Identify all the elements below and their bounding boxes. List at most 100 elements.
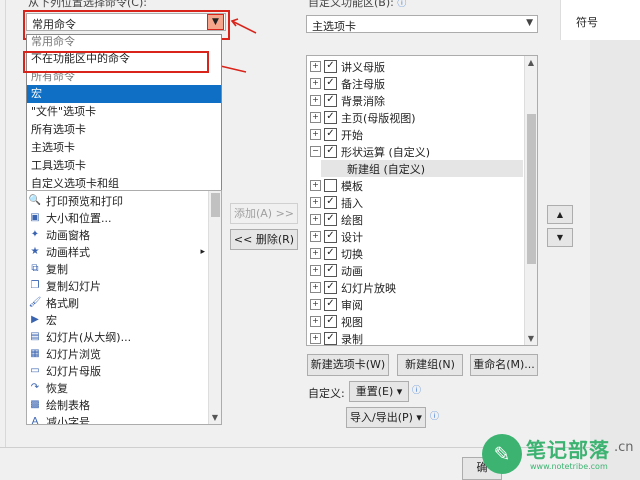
commands-scrollbar[interactable]: ▼: [208, 191, 221, 424]
command-item[interactable]: ✦ 动画窗格: [27, 226, 207, 243]
tab-checkbox[interactable]: ✓: [324, 264, 337, 277]
tree-scrollbar[interactable]: ▲ ▼: [524, 56, 537, 345]
tree-tab-item[interactable]: + ✓ 切换: [307, 245, 525, 262]
tree-tab-item[interactable]: + ✓ 审阅: [307, 296, 525, 313]
tree-tab-item[interactable]: − ✓ 形状运算 (自定义): [307, 143, 525, 160]
move-up-button[interactable]: ▲: [547, 205, 573, 224]
command-item[interactable]: ▦ 幻灯片浏览: [27, 345, 207, 362]
tab-checkbox[interactable]: ✓: [324, 230, 337, 243]
command-item[interactable]: A 减小字号: [27, 413, 207, 425]
tree-tab-item[interactable]: + ✓ 备注母版: [307, 75, 525, 92]
tab-checkbox[interactable]: ✓: [324, 298, 337, 311]
import-export-button[interactable]: 导入/导出(P) ▾: [346, 407, 426, 428]
tab-checkbox[interactable]: ✓: [324, 111, 337, 124]
tab-checkbox[interactable]: ✓: [324, 213, 337, 226]
dropdown-option[interactable]: 工具选项卡: [27, 157, 221, 175]
expand-icon[interactable]: +: [310, 282, 321, 293]
expand-icon[interactable]: +: [310, 197, 321, 208]
tab-checkbox[interactable]: ✓: [324, 332, 337, 345]
expand-icon[interactable]: +: [310, 112, 321, 123]
command-item[interactable]: ▭ 幻灯片母版: [27, 362, 207, 379]
expand-icon[interactable]: +: [310, 299, 321, 310]
tree-tab-item[interactable]: + ✓ 设计: [307, 228, 525, 245]
tree-tab-item[interactable]: + ✓ 录制: [307, 330, 525, 345]
tree-tab-item[interactable]: + ✓ 讲义母版: [307, 58, 525, 75]
command-item[interactable]: 🖌 格式刷: [27, 294, 207, 311]
dropdown-arrow-button[interactable]: ▼: [207, 14, 224, 30]
dropdown-option[interactable]: 常用命令: [27, 35, 221, 49]
remove-button[interactable]: << 删除(R): [230, 229, 298, 250]
tab-checkbox[interactable]: ✓: [324, 281, 337, 294]
command-item[interactable]: ★ 动画样式 ▸: [27, 243, 207, 260]
collapse-icon[interactable]: −: [310, 146, 321, 157]
command-item[interactable]: ▤ 幻灯片(从大纲)...: [27, 328, 207, 345]
command-item[interactable]: ↷ 恢复: [27, 379, 207, 396]
move-down-button[interactable]: ▼: [547, 228, 573, 247]
tree-tab-item[interactable]: + ✓ 插入: [307, 194, 525, 211]
command-item[interactable]: ▣ 大小和位置...: [27, 209, 207, 226]
dropdown-option[interactable]: 所有选项卡: [27, 121, 221, 139]
tree-tab-item[interactable]: + 模板: [307, 177, 525, 194]
commands-list[interactable]: 🔍 打印预览和打印 ▣ 大小和位置... ✦ 动画窗格 ★ 动画样式 ▸ ⧉ 复制 ❐ 复制幻灯片 🖌 格式…: [26, 190, 222, 425]
command-item[interactable]: ▶ 宏: [27, 311, 207, 328]
expand-icon[interactable]: +: [310, 265, 321, 276]
tree-tab-item[interactable]: + ✓ 绘图: [307, 211, 525, 228]
tab-checkbox[interactable]: [324, 179, 337, 192]
expand-icon[interactable]: +: [310, 248, 321, 259]
tree-tab-item[interactable]: + ✓ 动画: [307, 262, 525, 279]
tab-checkbox[interactable]: ✓: [324, 94, 337, 107]
tab-checkbox[interactable]: ✓: [324, 77, 337, 90]
tree-tab-item[interactable]: + ✓ 幻灯片放映: [307, 279, 525, 296]
command-label: 恢复: [46, 381, 68, 395]
expand-icon[interactable]: +: [310, 78, 321, 89]
expand-icon[interactable]: +: [310, 316, 321, 327]
tab-checkbox[interactable]: ✓: [324, 60, 337, 73]
new-tab-button[interactable]: 新建选项卡(W): [307, 354, 389, 376]
dropdown-option[interactable]: 主选项卡: [27, 139, 221, 157]
watermark-url: www.notetribe.com: [530, 462, 608, 471]
tree-group-item[interactable]: 新建组 (自定义): [321, 160, 523, 177]
command-item[interactable]: ❐ 复制幻灯片: [27, 277, 207, 294]
add-button[interactable]: 添加(A) >>: [230, 203, 298, 224]
submenu-arrow-icon: ▸: [200, 246, 205, 257]
chevron-down-icon: ▼: [212, 17, 219, 27]
customize-ribbon-combo[interactable]: 主选项卡 ▼: [306, 15, 538, 33]
triangle-down-icon: ▼: [556, 233, 564, 242]
tree-scroll-thumb[interactable]: [527, 114, 536, 264]
scroll-down-icon[interactable]: ▼: [525, 334, 537, 343]
command-item[interactable]: ▩ 绘制表格: [27, 396, 207, 413]
expand-icon[interactable]: +: [310, 180, 321, 191]
dropdown-option-selected[interactable]: 宏: [27, 85, 221, 103]
tree-tab-item[interactable]: + ✓ 视图: [307, 313, 525, 330]
scroll-down-icon[interactable]: ▼: [209, 413, 221, 422]
dropdown-option[interactable]: "文件"选项卡: [27, 103, 221, 121]
expand-icon[interactable]: +: [310, 231, 321, 242]
new-group-button[interactable]: 新建组(N): [397, 354, 463, 376]
size-position-icon: ▣: [30, 212, 40, 223]
ribbon-tree[interactable]: + ✓ 讲义母版 + ✓ 备注母版 + ✓ 背景消除 + ✓ 主页(母版视图) + ✓ 开始 − ✓ 形状运算 (…: [306, 55, 538, 346]
expand-icon[interactable]: +: [310, 129, 321, 140]
tab-checkbox[interactable]: ✓: [324, 196, 337, 209]
customize-ribbon-value: 主选项卡: [312, 20, 356, 33]
scroll-up-icon[interactable]: ▲: [525, 58, 537, 67]
command-item[interactable]: ⧉ 复制: [27, 260, 207, 277]
watermark: ✎ 笔记部落 .cn www.notetribe.com: [480, 420, 640, 480]
command-item[interactable]: 🔍 打印预览和打印: [27, 192, 207, 209]
tab-checkbox[interactable]: ✓: [324, 128, 337, 141]
tree-tab-item[interactable]: + ✓ 主页(母版视图): [307, 109, 525, 126]
expand-icon[interactable]: +: [310, 95, 321, 106]
expand-icon[interactable]: +: [310, 214, 321, 225]
expand-icon[interactable]: +: [310, 333, 321, 344]
tree-tab-label: 设计: [341, 230, 363, 244]
decrease-font-icon: A: [31, 416, 39, 425]
tree-tab-item[interactable]: + ✓ 开始: [307, 126, 525, 143]
tab-checkbox[interactable]: ✓: [324, 247, 337, 260]
commands-scroll-thumb[interactable]: [211, 193, 220, 217]
rename-button[interactable]: 重命名(M)...: [470, 354, 538, 376]
reset-button[interactable]: 重置(E) ▾: [349, 381, 409, 402]
tab-checkbox[interactable]: ✓: [324, 145, 337, 158]
tab-checkbox[interactable]: ✓: [324, 315, 337, 328]
tree-tab-item[interactable]: + ✓ 背景消除: [307, 92, 525, 109]
expand-icon[interactable]: +: [310, 61, 321, 72]
command-label: 幻灯片浏览: [46, 347, 101, 361]
